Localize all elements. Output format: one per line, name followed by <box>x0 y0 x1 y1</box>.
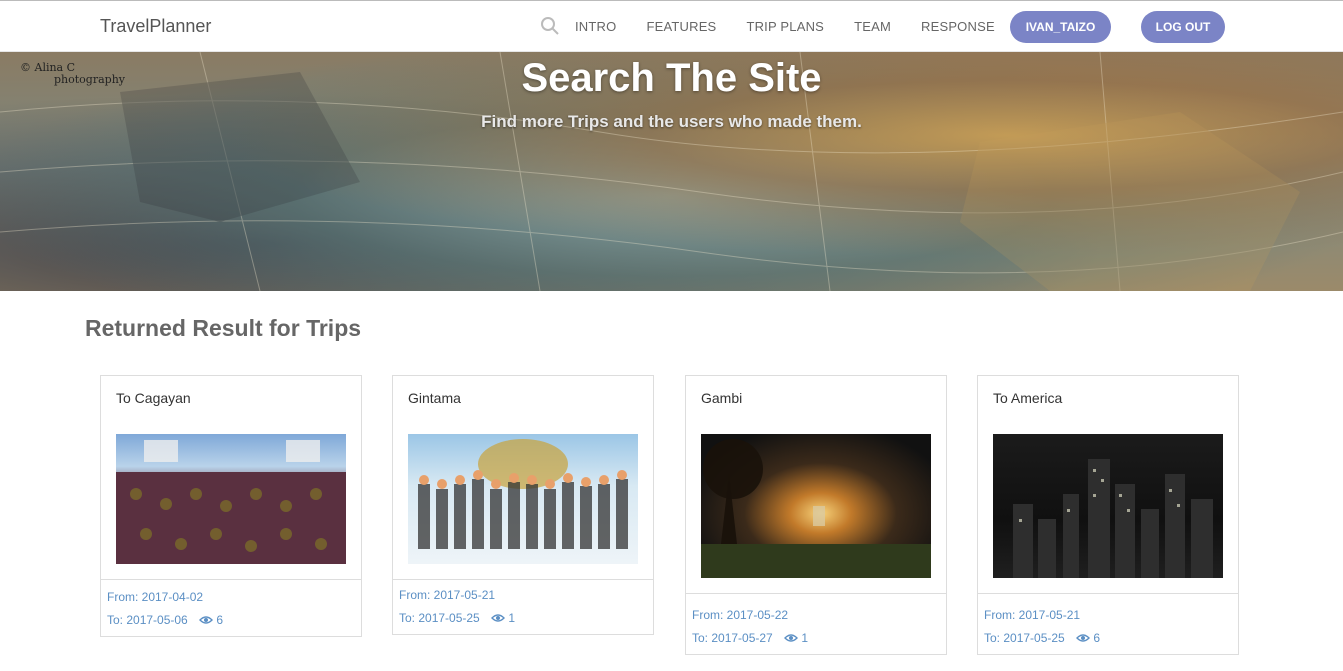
eye-icon <box>491 614 506 622</box>
trip-card-footer: From: 2017-05-21 To: 2017-05-25 1 <box>393 579 653 625</box>
logout-button[interactable]: LOG OUT <box>1141 11 1225 43</box>
search-icon[interactable] <box>540 16 560 36</box>
nav-link-features[interactable]: FEATURES <box>646 19 716 34</box>
hero-subtitle: Find more Trips and the users who made t… <box>481 112 862 131</box>
trip-card-image[interactable] <box>993 434 1223 578</box>
user-profile-button[interactable]: IVAN_TAIZO <box>1010 11 1111 43</box>
brand-logo[interactable]: TravelPlanner <box>100 16 211 37</box>
trip-card-title[interactable]: To Cagayan <box>101 376 361 434</box>
trip-to-date: To: 2017-05-25 <box>984 631 1065 645</box>
trip-card-image[interactable] <box>701 434 931 578</box>
trip-card-footer: From: 2017-05-21 To: 2017-05-25 6 <box>978 593 1238 645</box>
trip-card-footer: From: 2017-04-02 To: 2017-05-06 6 <box>101 579 361 627</box>
trip-card-title[interactable]: Gambi <box>686 376 946 434</box>
trip-from-date: From: 2017-04-02 <box>107 590 204 604</box>
trip-from-date: From: 2017-05-22 <box>692 608 789 622</box>
trip-card[interactable]: Gintama From: 2017-05-21 To: 2017-05-25 … <box>392 375 654 635</box>
eye-icon <box>199 616 214 624</box>
view-count: 6 <box>199 613 223 627</box>
top-navbar: TravelPlanner INTRO FEATURES TRIP PLANS … <box>0 0 1343 52</box>
trip-card-footer: From: 2017-05-22 To: 2017-05-27 1 <box>686 593 946 645</box>
nav-link-trip-plans[interactable]: TRIP PLANS <box>746 19 824 34</box>
results-heading: Returned Result for Trips <box>85 315 362 341</box>
eye-icon <box>784 634 799 642</box>
trip-to-date: To: 2017-05-06 <box>107 613 188 627</box>
trip-card-title[interactable]: To America <box>978 376 1238 434</box>
eye-icon <box>1076 634 1091 642</box>
hero-banner: © Alina C photography Search The Site Fi… <box>0 52 1343 291</box>
trip-to-date: To: 2017-05-27 <box>692 631 773 645</box>
trip-card[interactable]: To America From: 2017-05-21 To: 2017-05-… <box>977 375 1239 655</box>
trip-card-image[interactable] <box>408 434 638 564</box>
view-count: 1 <box>491 611 515 625</box>
trip-card-title[interactable]: Gintama <box>393 376 653 434</box>
hero-title: Search The Site <box>521 56 822 100</box>
trip-card-image[interactable] <box>116 434 346 564</box>
trip-from-date: From: 2017-05-21 <box>984 608 1081 622</box>
trip-from-date: From: 2017-05-21 <box>399 588 496 602</box>
trip-to-date: To: 2017-05-25 <box>399 611 480 625</box>
nav-link-intro[interactable]: INTRO <box>575 19 616 34</box>
nav-links: INTRO FEATURES TRIP PLANS TEAM RESPONSE <box>575 19 1025 34</box>
view-count: 6 <box>1076 631 1100 645</box>
trip-card[interactable]: Gambi From: 2017-05-22 To: 2017-05-27 1 <box>685 375 947 655</box>
nav-link-response[interactable]: RESPONSE <box>921 19 995 34</box>
trip-card[interactable]: To Cagayan From: 2017-04-02 To: 2017-05-… <box>100 375 362 637</box>
nav-link-team[interactable]: TEAM <box>854 19 891 34</box>
view-count: 1 <box>784 631 808 645</box>
